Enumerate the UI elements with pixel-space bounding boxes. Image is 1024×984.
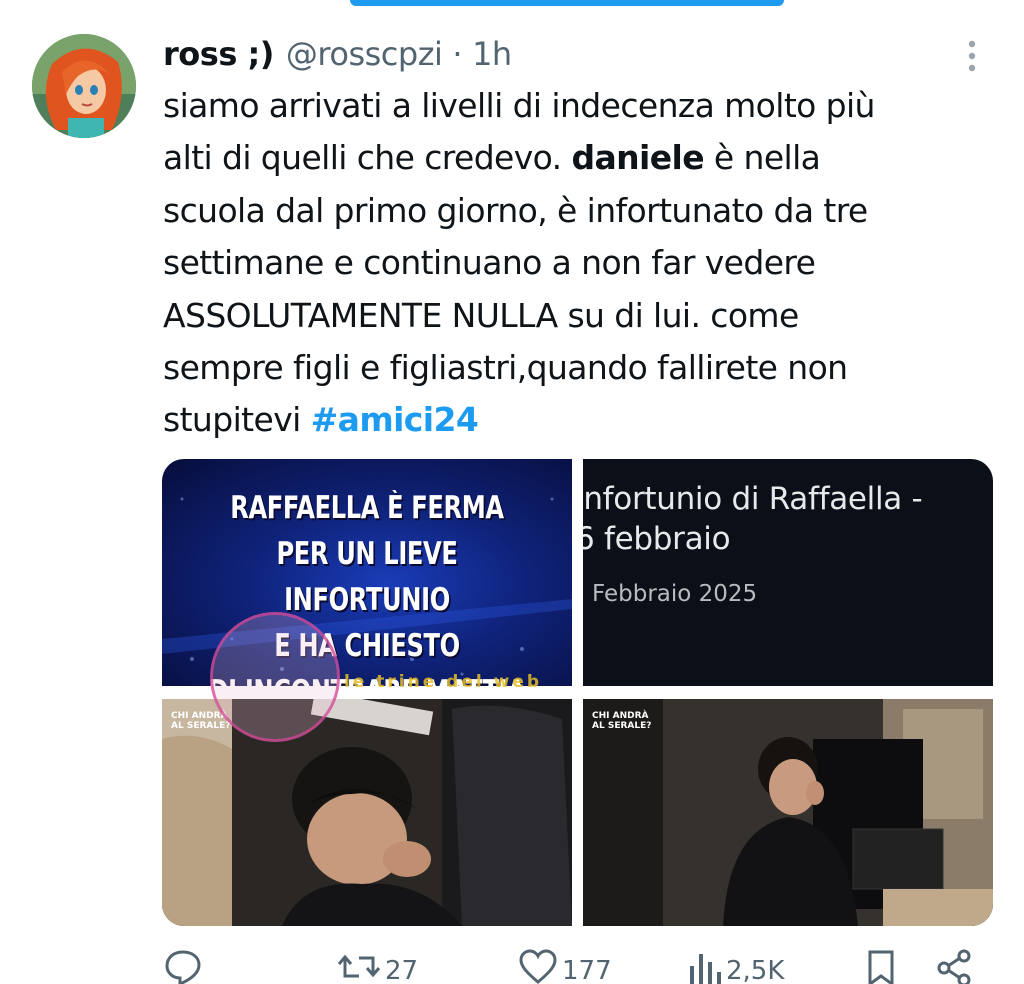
display-name[interactable]: ross ;) <box>163 35 274 73</box>
tweet-text-span: alti di quelli che credevo. <box>163 138 572 178</box>
bookmark-icon <box>868 950 894 984</box>
banner-line: PER UN LIEVE INFORTUNIO <box>276 536 458 618</box>
more-options-icon[interactable] <box>958 38 986 74</box>
tweet-line: sempre figli e figliastri,quando fallire… <box>163 348 848 388</box>
media-link-card[interactable]: infortunio di Raffaella - 6 febbraio Feb… <box>583 459 993 686</box>
retweet-count: 27 <box>385 956 419 984</box>
overlay-line: AL SERALE? <box>592 721 652 731</box>
hashtag-link[interactable]: #amici24 <box>311 400 479 439</box>
tweet-line: siamo arrivati a livelli di indecenza mo… <box>163 86 875 125</box>
overlay-line: AL SERALE? <box>171 721 231 731</box>
link-card-title: infortunio di Raffaella - 6 febbraio <box>583 479 993 559</box>
views-count: 2,5K <box>726 956 785 984</box>
tweet-line: ASSOLUTAMENTE NULLA su di lui. come <box>163 295 799 335</box>
share-button[interactable] <box>936 948 972 984</box>
photo-boy-chin-hand <box>162 699 572 926</box>
tweet-line: stupitevi #amici24 <box>163 394 993 446</box>
watermark-logo <box>210 612 340 742</box>
overlay-line: CHI ANDRÀ <box>592 711 649 721</box>
tweet-line: scuola dal primo giorno, è infortunato d… <box>163 190 868 230</box>
tweet-line: alti di quelli che credevo. daniele è ne… <box>163 132 993 184</box>
handle[interactable]: @rosscpzi <box>286 35 443 73</box>
tweet-line: settimane e continuano a non far vedere <box>163 243 816 283</box>
heart-icon <box>519 949 557 984</box>
like-button[interactable]: 177 <box>518 948 612 984</box>
avatar-image <box>32 34 136 138</box>
bookmark-button[interactable] <box>865 948 897 984</box>
separator-dot: · <box>452 35 463 73</box>
media-image-3[interactable]: CHI ANDRÀ AL SERALE? <box>162 699 572 926</box>
show-overlay-label: CHI ANDRÀ AL SERALE? <box>592 711 651 731</box>
share-icon <box>937 949 971 984</box>
retweet-icon <box>337 954 381 978</box>
reply-button[interactable] <box>163 948 203 984</box>
top-scroll-indicator <box>350 0 784 6</box>
tweet-text-span: è nella <box>704 138 821 178</box>
tweet-actions: 27 177 2,5K <box>0 948 1024 984</box>
views-icon <box>690 954 721 984</box>
reply-icon <box>165 950 201 984</box>
card-title-line: 6 febbraio <box>583 521 731 557</box>
retweet-button[interactable]: 27 <box>337 948 418 984</box>
photo-boy-sitting <box>583 699 993 926</box>
link-card-date: Febbraio 2025 <box>592 581 758 607</box>
like-count: 177 <box>562 956 612 984</box>
watermark-text: le trine del web <box>344 672 543 692</box>
timestamp[interactable]: 1h <box>472 35 512 73</box>
tweet-text-span: stupitevi <box>163 400 311 440</box>
tweet-header: ross ;) @rosscpzi · 1h <box>163 32 512 76</box>
card-title-line: infortunio di Raffaella - <box>583 481 923 517</box>
media-image-4[interactable]: CHI ANDRÀ AL SERALE? <box>583 699 993 926</box>
views-button[interactable]: 2,5K <box>688 948 784 984</box>
tweet-text: siamo arrivati a livelli di indecenza mo… <box>163 80 993 447</box>
avatar[interactable] <box>32 34 136 138</box>
bold-mention: daniele <box>571 138 705 178</box>
banner-line: RAFFAELLA È FERMA <box>230 490 504 526</box>
